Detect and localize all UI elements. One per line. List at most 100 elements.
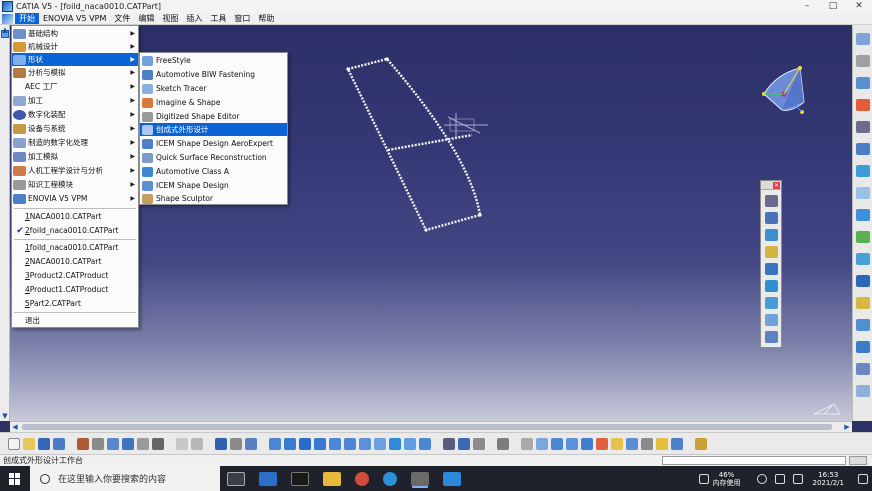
point-tool-icon[interactable] (856, 77, 870, 89)
sweep-icon[interactable] (765, 297, 778, 309)
chip-icon[interactable] (698, 473, 709, 484)
redo-icon[interactable] (137, 437, 149, 450)
pattern-icon[interactable] (611, 437, 623, 450)
start-menu-item-knowledgeware[interactable]: 知识工程模块 ▶ (12, 178, 138, 191)
arrow-up-tray-icon[interactable] (756, 473, 767, 484)
offset-tool-icon[interactable] (856, 165, 870, 177)
axis-tool-icon[interactable] (856, 121, 870, 133)
floating-toolbar-header[interactable]: ✕ (761, 181, 781, 190)
split-tool-icon[interactable] (856, 253, 870, 265)
command-input[interactable] (662, 456, 846, 465)
curve-tool-icon[interactable] (856, 99, 870, 111)
shading-icon[interactable] (389, 437, 401, 450)
taskbar-search-box[interactable]: 在这里输入你要搜索的内容 (30, 466, 220, 491)
normal-view-icon[interactable] (359, 437, 371, 450)
submenu-item-shape-sculptor[interactable]: Shape Sculptor (140, 192, 287, 205)
projection-icon[interactable] (765, 246, 778, 258)
start-menu-item-mechanical[interactable]: 机械设计 ▶ (12, 40, 138, 53)
submenu-item-biw-fastening[interactable]: Automotive BIW Fastening (140, 68, 287, 81)
tree-icon[interactable] (245, 437, 257, 450)
chrome-icon[interactable] (355, 471, 369, 486)
submenu-item-icem-shape[interactable]: ICEM Shape Design (140, 179, 287, 192)
start-menu-item-machining-sim[interactable]: 加工模拟 ▶ (12, 150, 138, 163)
edge-icon[interactable] (383, 471, 397, 486)
scroll-left-icon[interactable]: ◀ (10, 422, 20, 432)
close-button[interactable]: ✕ (846, 0, 872, 13)
repetition-icon[interactable] (596, 437, 608, 450)
start-menu-item-enovia[interactable]: ENOVIA V5 VPM ▶ (12, 192, 138, 205)
law-tool-icon[interactable] (856, 363, 870, 375)
save-icon[interactable] (38, 437, 50, 450)
update-icon[interactable] (215, 437, 227, 450)
scrollbar-thumb[interactable] (22, 424, 832, 430)
revolve-icon[interactable] (765, 280, 778, 292)
open-icon[interactable] (23, 437, 35, 450)
recent-workbench-item-2[interactable]: ✔ 2 foild_naca0010.CATPart (12, 224, 138, 237)
windows-start-icon[interactable] (9, 472, 21, 485)
transform-tool-icon[interactable] (856, 341, 870, 353)
plane-icon[interactable] (765, 229, 778, 241)
geometrical-set-icon[interactable] (641, 437, 653, 450)
menu-start[interactable]: 开始 (15, 13, 39, 24)
menu-enovia[interactable]: ENOVIA V5 VPM (39, 13, 110, 24)
undo-icon[interactable] (122, 437, 134, 450)
command-button[interactable] (849, 456, 867, 465)
menu-view[interactable]: 视图 (158, 13, 182, 24)
recent-file-item-1[interactable]: 1 foild_naca0010.CATPart (12, 241, 138, 254)
recent-file-item-4[interactable]: 4 Product1.CATProduct (12, 283, 138, 296)
recent-file-item-5[interactable]: 5 Part2.CATPart (12, 297, 138, 310)
submenu-item-icem-aero[interactable]: ICEM Shape Design AeroExpert (140, 137, 287, 150)
extrude-icon[interactable] (765, 263, 778, 275)
submenu-item-qsr[interactable]: Quick Surface Reconstruction (140, 151, 287, 164)
scale-icon[interactable] (566, 437, 578, 450)
file-explorer-icon[interactable] (323, 471, 341, 486)
menu-edit[interactable]: 编辑 (134, 13, 158, 24)
recent-file-item-3[interactable]: 3 Product2.CATProduct (12, 269, 138, 282)
submenu-item-imagine-shape[interactable]: Imagine & Shape (140, 96, 287, 109)
start-menu-item-manufacturing[interactable]: 制造的数字化处理 ▶ (12, 136, 138, 149)
snap-icon[interactable] (497, 437, 509, 450)
compass-icon[interactable] (756, 64, 808, 120)
print-icon[interactable] (53, 437, 65, 450)
affinity-icon[interactable] (581, 437, 593, 450)
analysis-tool-icon[interactable] (856, 385, 870, 397)
translate-icon[interactable] (551, 437, 563, 450)
submenu-item-digitized-shape[interactable]: Digitized Shape Editor (140, 110, 287, 123)
menu-tools[interactable]: 工具 (206, 13, 230, 24)
trim-tool-icon[interactable] (856, 275, 870, 287)
submenu-item-sketch-tracer[interactable]: Sketch Tracer (140, 82, 287, 95)
menu-help[interactable]: 帮助 (254, 13, 278, 24)
start-menu-item-dmu[interactable]: 数字化装配 ▶ (12, 108, 138, 121)
datum-icon[interactable] (626, 437, 638, 450)
zoom-out-icon[interactable] (344, 437, 356, 450)
analysis-icon[interactable] (458, 437, 470, 450)
mirror-icon[interactable] (536, 437, 548, 450)
circle-icon[interactable] (765, 314, 778, 326)
start-menu-item-ergonomics[interactable]: 人机工程学设计与分析 ▶ (12, 164, 138, 177)
start-menu-item-infrastructure[interactable]: 基础结构 ▶ (12, 27, 138, 40)
mail-app-icon[interactable] (443, 471, 461, 486)
notification-icon[interactable] (858, 473, 868, 484)
ordered-set-icon[interactable] (656, 437, 668, 450)
paste-icon[interactable] (107, 437, 119, 450)
compass-tool-icon[interactable] (695, 437, 707, 450)
pan-icon[interactable] (299, 437, 311, 450)
tree-scrollbar[interactable]: ▲ ▼ (0, 25, 10, 421)
menu-window[interactable]: 窗口 (230, 13, 254, 24)
network-icon[interactable] (774, 473, 785, 484)
scroll-down-icon[interactable]: ▼ (1, 412, 9, 420)
point-icon[interactable] (765, 195, 778, 207)
surface-tool-icon[interactable] (856, 143, 870, 155)
spline-icon[interactable] (765, 331, 778, 343)
submenu-item-class-a[interactable]: Automotive Class A (140, 165, 287, 178)
submenu-item-gsd[interactable]: 创成式外形设计 (140, 123, 287, 136)
sketch-icon[interactable] (443, 437, 455, 450)
gsd-workbench-icon[interactable] (856, 33, 870, 45)
start-menu-item-equipment[interactable]: 设备与系统 ▶ (12, 122, 138, 135)
fill-tool-icon[interactable] (856, 187, 870, 199)
new-icon[interactable] (8, 437, 20, 450)
maximize-button[interactable]: □ (820, 0, 846, 13)
fit-all-icon[interactable] (284, 437, 296, 450)
iso-view-icon[interactable] (374, 437, 386, 450)
knowledge-icon[interactable] (191, 437, 203, 450)
